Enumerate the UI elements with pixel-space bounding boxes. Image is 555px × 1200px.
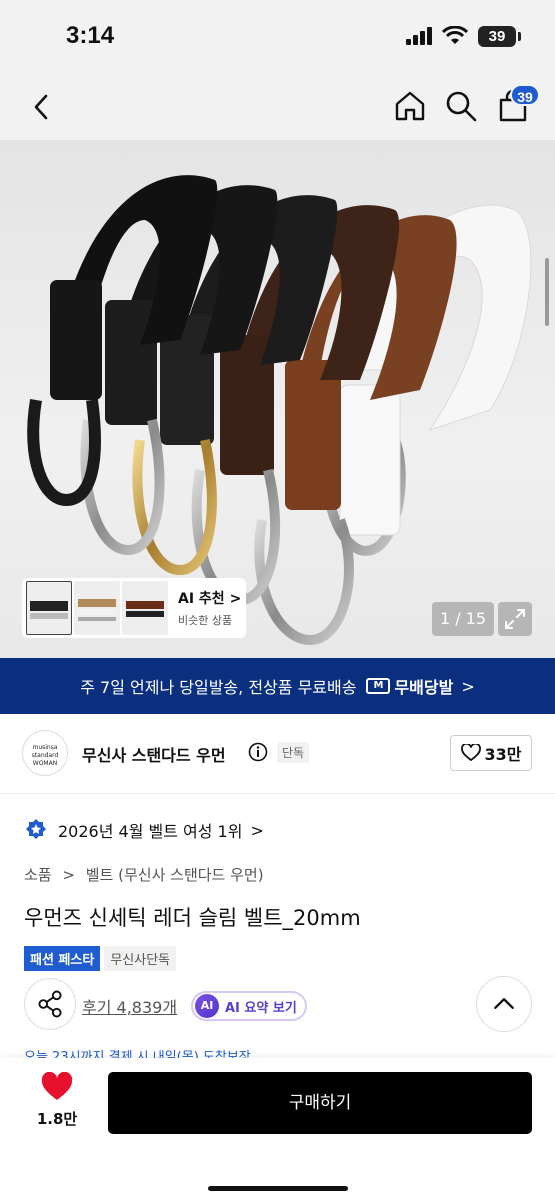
heart-outline-icon (460, 744, 481, 762)
chevron-right-icon: > (461, 676, 475, 696)
brand-logo-line3: WOMAN (32, 760, 58, 767)
delivery-guarantee-text: 오늘 23시까지 결제 시 내일(목) 도착보장 (24, 1050, 251, 1058)
buy-button[interactable]: 구매하기 (108, 1072, 532, 1134)
chevron-right-icon: > (229, 591, 242, 607)
ranking-medal-icon (26, 819, 46, 839)
delivery-logo-icon: M (366, 678, 391, 694)
ranking-link[interactable]: 2026년 4월 벨트 여성 1위 > (24, 818, 264, 842)
wifi-icon (442, 26, 468, 44)
home-icon[interactable] (392, 88, 428, 124)
thumbnail-2[interactable] (74, 581, 120, 635)
scroll-top-icon[interactable] (476, 976, 532, 1032)
thumbnail-image (78, 599, 116, 621)
home-indicator (208, 1186, 348, 1191)
brand-logo-line2: standard (31, 752, 59, 759)
ai-recommend-subtitle: 비슷한 상품 (178, 614, 233, 627)
heart-filled-icon[interactable] (40, 1072, 74, 1102)
image-pager: 1 / 15 (432, 602, 494, 636)
banner-brand: 무배당발 (394, 678, 454, 697)
share-icon[interactable] (24, 978, 76, 1030)
brand-logo-line1: musinsa (32, 744, 58, 751)
exclusive-badge: 단독 (277, 742, 310, 763)
musinsa-exclusive-badge: 무신사단독 (104, 946, 177, 971)
breadcrumb-category[interactable]: 소품 (24, 866, 52, 884)
chevron-right-icon: > (62, 866, 75, 884)
ai-icon: AI (195, 994, 219, 1018)
cellular-signal-icon (406, 27, 432, 45)
brand-name[interactable]: 무신사 스탠다드 우먼 (82, 742, 226, 766)
ai-recommend-title: AI 추천 (178, 591, 225, 607)
thumbnail-1[interactable] (26, 581, 72, 635)
product-title: 우먼즈 신세틱 레더 슬림 벨트_20mm (24, 906, 361, 930)
page-scrollbar[interactable] (545, 258, 549, 326)
breadcrumb-subcategory[interactable]: 벨트 (무신사 스탠다드 우먼) (86, 866, 264, 884)
back-icon[interactable] (26, 90, 56, 124)
bottom-action-bar: 1.8만 구매하기 (0, 1058, 555, 1200)
product-image-gallery[interactable]: AI 추천 > 비슷한 상품 1 / 15 (0, 140, 555, 658)
ai-recommend-link[interactable]: AI 추천 > 비슷한 상품 (178, 588, 241, 628)
status-bar: 3:14 39 (0, 0, 555, 76)
brand-like-button[interactable]: 33만 (450, 735, 532, 771)
status-time: 3:14 (66, 22, 115, 49)
battery-tip (518, 32, 521, 41)
info-icon[interactable] (248, 742, 268, 762)
product-badges: 패션 페스타 무신사단독 (24, 946, 177, 971)
battery-indicator: 39 (478, 26, 516, 47)
cart-count-badge: 39 (510, 84, 540, 106)
free-delivery-banner[interactable]: 주 7일 언제나 당일발송, 전상품 무료배송 M 무배당발 > (0, 658, 555, 714)
product-like-count: 1.8만 (36, 1110, 78, 1128)
top-nav: 39 (0, 76, 555, 140)
expand-icon[interactable] (498, 602, 532, 636)
banner-text: 주 7일 언제나 당일발송, 전상품 무료배송 (80, 678, 357, 697)
brand-row: musinsa standard WOMAN 무신사 스탠다드 우먼 단독 33… (0, 714, 555, 794)
fashion-festa-badge: 패션 페스타 (24, 946, 101, 971)
brand-logo[interactable]: musinsa standard WOMAN (22, 730, 68, 776)
ranking-text: 2026년 4월 벨트 여성 1위 (58, 822, 243, 841)
breadcrumb: 소품 > 벨트 (무신사 스탠다드 우먼) (24, 864, 270, 885)
similar-products-strip[interactable]: AI 추천 > 비슷한 상품 (22, 578, 246, 638)
chevron-right-icon: > (250, 820, 264, 840)
search-icon[interactable] (443, 88, 479, 124)
thumbnail-image (126, 601, 164, 617)
ai-summary-button[interactable]: AI AI 요약 보기 (191, 991, 307, 1021)
reviews-link[interactable]: 후기 4,839개 (82, 994, 177, 1018)
brand-like-count: 33만 (484, 745, 522, 764)
thumbnail-3[interactable] (122, 581, 168, 635)
ai-summary-label: AI 요약 보기 (225, 1000, 297, 1016)
thumbnail-image (30, 601, 68, 619)
